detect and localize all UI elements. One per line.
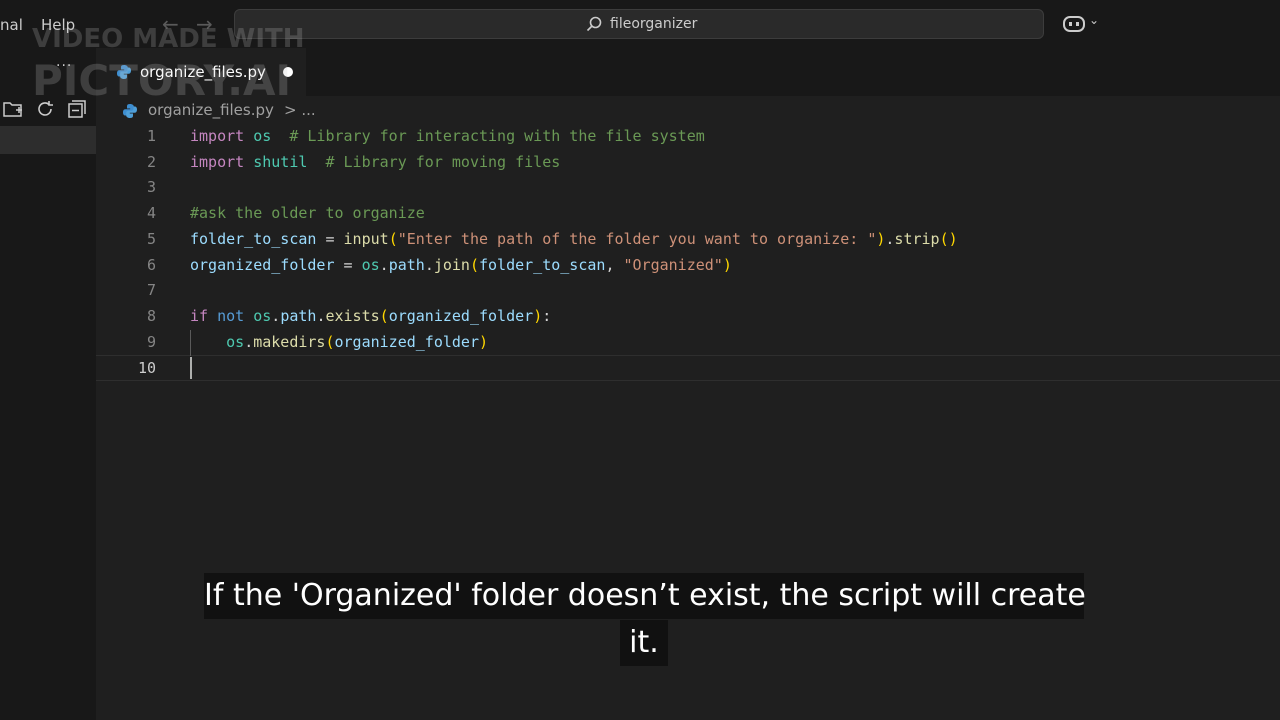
code-token: import bbox=[190, 152, 245, 171]
line-number: 8 bbox=[146, 306, 156, 325]
line-number: 5 bbox=[146, 229, 156, 248]
code-content: folder_to_scan = input("Enter the path o… bbox=[190, 227, 958, 253]
code-token: . bbox=[244, 332, 254, 351]
code-token: ( bbox=[469, 255, 479, 274]
code-token: not bbox=[217, 306, 245, 325]
code-token: shutil bbox=[253, 152, 308, 171]
code-content: os.makedirs(organized_folder) bbox=[190, 330, 488, 356]
code-token: strip bbox=[894, 229, 940, 248]
code-content: if not os.path.exists(organized_folder): bbox=[190, 304, 551, 330]
code-token: ) bbox=[722, 255, 732, 274]
command-center-search[interactable]: fileorganizer bbox=[234, 9, 1044, 39]
watermark-line-1: VIDEO MADE WITH bbox=[32, 24, 305, 54]
line-number: 4 bbox=[146, 204, 156, 223]
code-token: join bbox=[433, 255, 470, 274]
code-token: ) bbox=[479, 332, 489, 351]
code-editor[interactable]: 1 import os # Library for interacting wit… bbox=[96, 124, 1280, 720]
code-content: import os # Library for interacting with… bbox=[190, 124, 705, 150]
code-token: "Organized" bbox=[623, 255, 723, 274]
code-token: folder_to_scan bbox=[479, 255, 606, 274]
code-content: #ask the older to organize bbox=[190, 201, 425, 227]
code-token: . bbox=[379, 255, 389, 274]
code-token: ( bbox=[379, 306, 389, 325]
code-content: import shutil # Library for moving files bbox=[190, 150, 560, 176]
code-line[interactable]: 3 bbox=[96, 175, 1280, 201]
code-line[interactable]: 5 folder_to_scan = input("Enter the path … bbox=[96, 227, 1280, 253]
code-token: organized_folder bbox=[388, 306, 534, 325]
line-number: 9 bbox=[146, 332, 156, 351]
code-token: = bbox=[334, 255, 362, 274]
code-token: folder_to_scan bbox=[190, 229, 317, 248]
line-number: 10 bbox=[137, 359, 156, 378]
line-number: 3 bbox=[146, 178, 156, 197]
code-token: () bbox=[939, 229, 958, 248]
watermark-line-2: PICTORY.AI bbox=[32, 56, 292, 105]
code-token: os bbox=[253, 127, 272, 145]
code-line[interactable]: 6 organized_folder = os.path.join(folder_… bbox=[96, 253, 1280, 279]
code-token: exists bbox=[325, 306, 380, 325]
code-token: path bbox=[388, 255, 425, 274]
line-number: 1 bbox=[146, 127, 156, 145]
code-token: organized_folder bbox=[334, 332, 480, 351]
code-token: ) bbox=[533, 306, 543, 325]
code-line-current[interactable]: 10 bbox=[96, 355, 1280, 381]
code-token: if bbox=[190, 306, 209, 325]
code-content: organized_folder = os.path.join(folder_t… bbox=[190, 253, 732, 279]
copilot-icon[interactable] bbox=[1062, 14, 1086, 34]
code-token: organized_folder bbox=[190, 255, 335, 274]
code-line[interactable]: 8 if not os.path.exists(organized_folder)… bbox=[96, 304, 1280, 330]
code-line[interactable]: 2 import shutil # Library for moving file… bbox=[96, 150, 1280, 176]
code-token: path bbox=[280, 306, 317, 325]
new-folder-icon[interactable] bbox=[2, 98, 24, 120]
code-token: : bbox=[542, 306, 552, 325]
code-token: os bbox=[226, 332, 245, 351]
code-token: makedirs bbox=[253, 332, 326, 351]
subtitle-line-1: If the 'Organized' folder doesn’t exist,… bbox=[204, 573, 1086, 619]
code-token: ( bbox=[325, 332, 335, 351]
code-token: . bbox=[271, 306, 281, 325]
code-token: = bbox=[316, 229, 344, 248]
line-number: 6 bbox=[146, 255, 156, 274]
code-line[interactable]: 9 os.makedirs(organized_folder) bbox=[96, 330, 1280, 356]
indent-guide bbox=[190, 330, 191, 356]
line-number: 7 bbox=[146, 281, 156, 300]
code-line[interactable]: 1 import os # Library for interacting wit… bbox=[96, 124, 1280, 150]
code-token: import bbox=[190, 127, 245, 145]
sidebar-selected-item[interactable] bbox=[0, 126, 96, 154]
menu-item-terminal[interactable]: nal bbox=[0, 16, 23, 34]
code-token: os bbox=[361, 255, 380, 274]
code-token: "Enter the path of the folder you want t… bbox=[397, 229, 877, 248]
code-token: . bbox=[424, 255, 434, 274]
subtitle-line-2: it. bbox=[620, 620, 668, 666]
code-line[interactable]: 4 #ask the older to organize bbox=[96, 201, 1280, 227]
code-token: , bbox=[605, 255, 624, 274]
line-number: 2 bbox=[146, 152, 156, 171]
code-token: os bbox=[253, 306, 272, 325]
code-line[interactable]: 7 bbox=[96, 278, 1280, 304]
code-token: # Library for moving files bbox=[307, 152, 561, 171]
chevron-down-icon[interactable]: ⌄ bbox=[1089, 13, 1099, 27]
text-cursor bbox=[190, 357, 192, 379]
search-text: fileorganizer bbox=[610, 16, 698, 32]
code-token: ( bbox=[388, 229, 398, 248]
code-token: #ask the older to organize bbox=[190, 204, 425, 223]
code-token: input bbox=[343, 229, 389, 248]
python-file-icon bbox=[123, 104, 137, 118]
search-icon bbox=[586, 16, 602, 32]
code-token: # Library for interacting with the file … bbox=[271, 127, 705, 145]
